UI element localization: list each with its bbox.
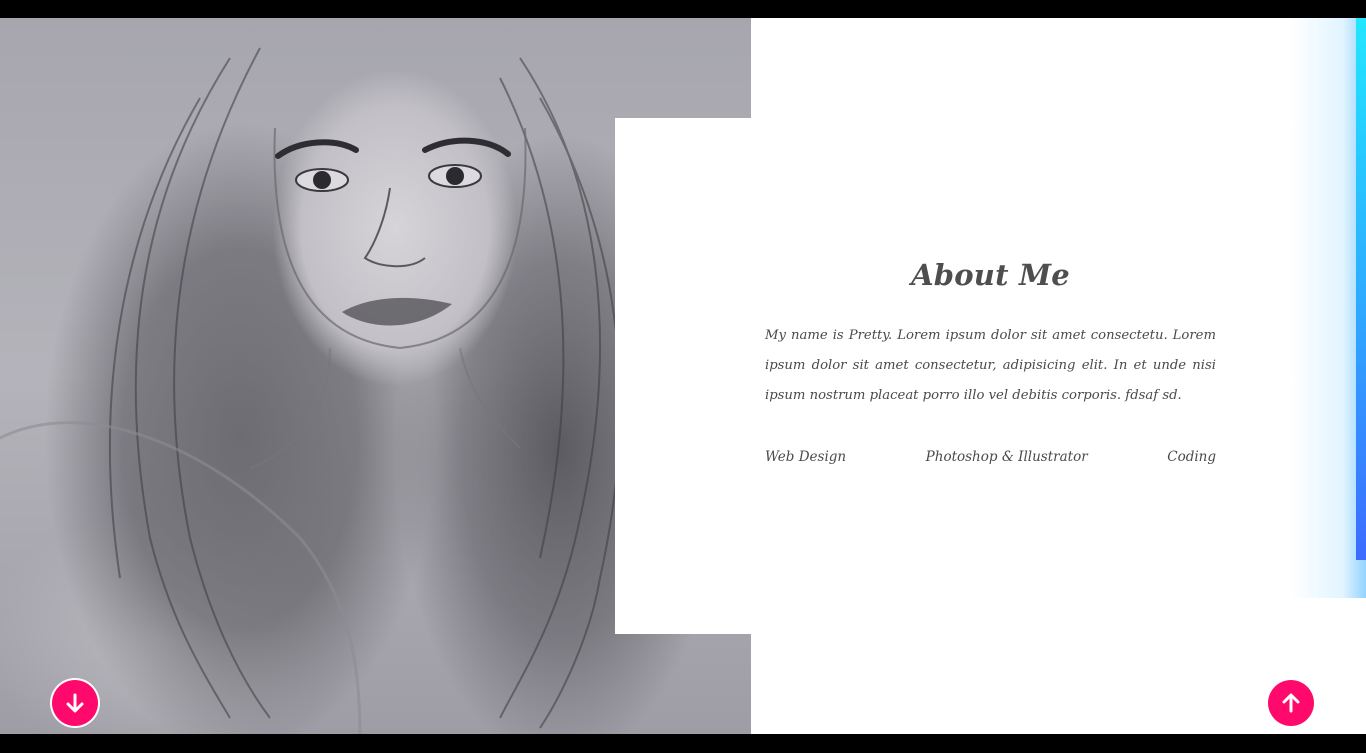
content-panel-notch <box>615 118 755 634</box>
scroll-down-button[interactable] <box>52 680 98 726</box>
scroll-progress-bar <box>1356 18 1366 560</box>
top-black-bar <box>0 0 1366 18</box>
skills-list: Web Design Photoshop & Illustrator Codin… <box>765 449 1216 465</box>
arrow-up-icon <box>1282 693 1300 713</box>
scroll-up-button[interactable] <box>1268 680 1314 726</box>
about-bio: My name is Pretty. Lorem ipsum dolor sit… <box>765 328 1216 403</box>
skill-photoshop-illustrator: Photoshop & Illustrator <box>925 449 1088 465</box>
arrow-down-icon <box>66 693 84 713</box>
about-section: About Me My name is Pretty. Lorem ipsum … <box>0 18 1366 734</box>
bottom-black-bar <box>0 734 1366 753</box>
skill-coding: Coding <box>1167 449 1216 465</box>
skill-web-design: Web Design <box>765 449 847 465</box>
about-content: About Me My name is Pretty. Lorem ipsum … <box>765 258 1216 465</box>
about-heading: About Me <box>911 258 1070 292</box>
right-edge-glow <box>1290 18 1366 598</box>
